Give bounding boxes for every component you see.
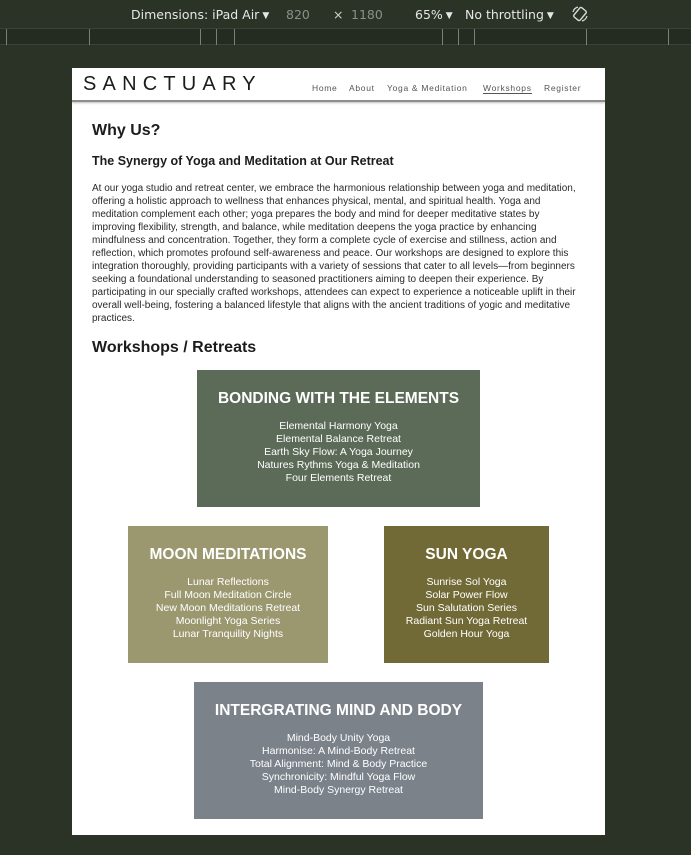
card-title: BONDING WITH THE ELEMENTS [217, 390, 460, 407]
synergy-subheading: The Synergy of Yoga and Meditation at Ou… [92, 154, 394, 168]
list-item: Sun Salutation Series [416, 602, 517, 614]
list-item: Sunrise Sol Yoga [426, 576, 507, 588]
main-content: Why Us? The Synergy of Yoga and Meditati… [92, 122, 585, 357]
workshop-card-mind-body: INTERGRATING MIND AND BODY Mind-Body Uni… [194, 682, 483, 819]
list-item: Synchronicity: Mindful Yoga Flow [261, 771, 416, 783]
card-list: Mind-Body Unity Yoga Harmonise: A Mind-B… [194, 732, 483, 797]
workshop-card-sun: SUN YOGA Sunrise Sol Yoga Solar Power Fl… [384, 526, 549, 663]
list-item: Harmonise: A Mind-Body Retreat [262, 745, 415, 757]
media-query-ruler[interactable] [0, 28, 691, 45]
card-title: INTERGRATING MIND AND BODY [214, 702, 463, 719]
card-list: Elemental Harmony Yoga Elemental Balance… [197, 420, 480, 485]
rotate-icon[interactable] [571, 5, 589, 23]
list-item: Elemental Balance Retreat [276, 433, 401, 445]
list-item: Earth Sky Flow: A Yoga Journey [264, 446, 413, 458]
list-item: Mind-Body Unity Yoga [286, 732, 391, 744]
nav-about[interactable]: About [349, 83, 375, 93]
list-item: Four Elements Retreat [285, 472, 392, 484]
list-item: Golden Hour Yoga [423, 628, 510, 640]
throttling-label: No throttling [465, 7, 544, 22]
width-input[interactable]: 820 [286, 7, 310, 22]
card-title: MOON MEDITATIONS [149, 546, 307, 563]
list-item: Lunar Reflections [187, 576, 269, 588]
site-logo[interactable]: SANCTUARY [83, 73, 262, 96]
nav-home[interactable]: Home [312, 83, 337, 93]
why-us-heading: Why Us? [92, 122, 161, 139]
workshop-card-elements: BONDING WITH THE ELEMENTS Elemental Harm… [197, 370, 480, 507]
list-item: New Moon Meditations Retreat [155, 602, 301, 614]
card-list: Lunar Reflections Full Moon Meditation C… [128, 576, 328, 641]
chevron-down-icon: ▼ [445, 11, 453, 21]
dimensions-dropdown[interactable]: Dimensions: iPad Air ▼ [131, 7, 269, 22]
times-icon: × [333, 7, 344, 22]
why-us-paragraph: At our yoga studio and retreat center, w… [92, 183, 576, 324]
list-item: Solar Power Flow [425, 589, 508, 601]
list-item: Total Alignment: Mind & Body Practice [249, 758, 428, 770]
height-input[interactable]: 1180 [351, 7, 383, 22]
throttling-dropdown[interactable]: No throttling ▼ [465, 7, 554, 22]
list-item: Mind-Body Synergy Retreat [274, 784, 403, 796]
zoom-label: 65% [415, 7, 443, 22]
workshop-card-moon: MOON MEDITATIONS Lunar Reflections Full … [128, 526, 328, 663]
list-item: Radiant Sun Yoga Retreat [405, 615, 528, 627]
emulated-page: SANCTUARY Home About Yoga & Meditation W… [72, 68, 605, 835]
nav-register[interactable]: Register [544, 83, 581, 93]
nav-workshops[interactable]: Workshops [483, 83, 532, 94]
card-list: Sunrise Sol Yoga Solar Power Flow Sun Sa… [384, 576, 549, 641]
devtools-toolbar: Dimensions: iPad Air ▼ 820 × 1180 65% ▼ No… [0, 0, 691, 28]
list-item: Moonlight Yoga Series [175, 615, 281, 627]
site-header: SANCTUARY Home About Yoga & Meditation W… [72, 68, 605, 102]
zoom-dropdown[interactable]: 65% ▼ [415, 7, 453, 22]
nav-yoga-meditation[interactable]: Yoga & Meditation [387, 83, 468, 93]
list-item: Elemental Harmony Yoga [279, 420, 398, 432]
workshops-heading: Workshops / Retreats [92, 339, 257, 356]
list-item: Lunar Tranquility Nights [172, 628, 284, 640]
chevron-down-icon: ▼ [262, 11, 270, 21]
dimensions-label: Dimensions: iPad Air [131, 7, 260, 22]
card-title: SUN YOGA [425, 546, 508, 563]
list-item: Natures Rythms Yoga & Meditation [257, 459, 420, 471]
chevron-down-icon: ▼ [546, 11, 554, 21]
list-item: Full Moon Meditation Circle [164, 589, 292, 601]
